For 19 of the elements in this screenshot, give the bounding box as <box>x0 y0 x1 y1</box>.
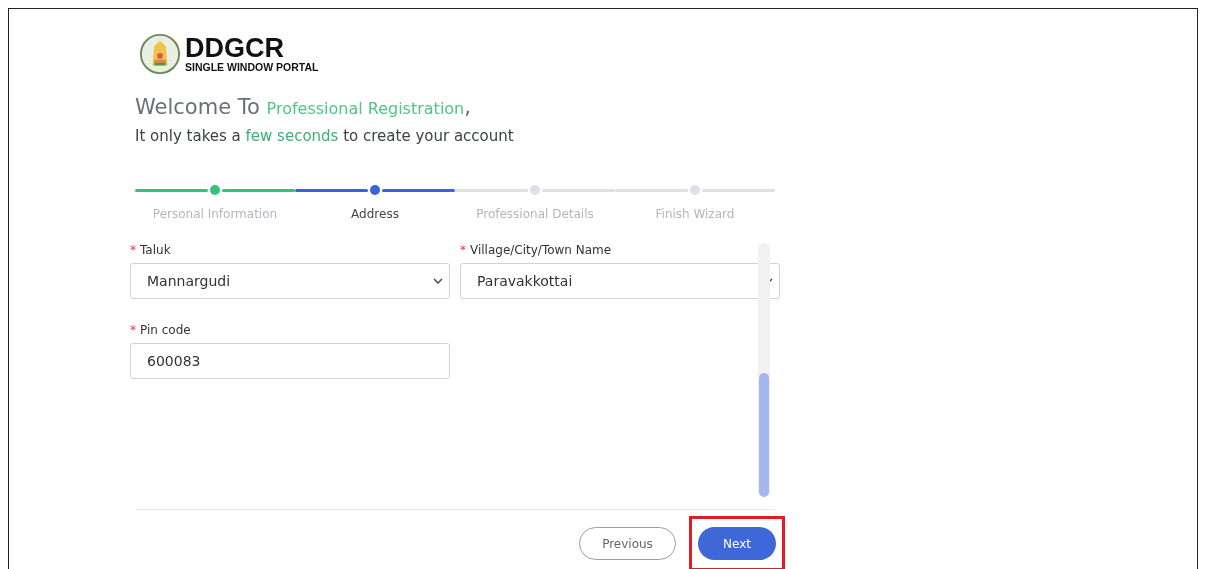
field-label: Taluk <box>140 243 171 257</box>
select-field[interactable]: Mannargudi <box>130 263 450 299</box>
scrollbar[interactable] <box>758 243 770 497</box>
field-label: Village/City/Town Name <box>470 243 612 257</box>
required-mark: * <box>460 243 466 257</box>
previous-button[interactable]: Previous <box>579 527 676 560</box>
step-label[interactable]: Address <box>351 207 399 221</box>
brand-name: DDGCR <box>185 35 285 61</box>
required-mark: * <box>130 243 136 257</box>
welcome-heading: Welcome To Professional Registration, <box>135 95 472 119</box>
brand-tagline: SINGLE WINDOW PORTAL <box>185 61 319 73</box>
next-button[interactable]: Next <box>698 527 776 560</box>
welcome-subtitle: It only takes a few seconds to create your account <box>135 127 515 145</box>
chevron-down-icon <box>433 278 443 284</box>
select-field[interactable]: Paravakkottai <box>460 263 780 299</box>
required-mark: * <box>130 323 136 337</box>
emblem-logo <box>139 33 181 75</box>
field-label: Pin code <box>140 323 191 337</box>
input-field[interactable]: 600083 <box>130 343 450 379</box>
